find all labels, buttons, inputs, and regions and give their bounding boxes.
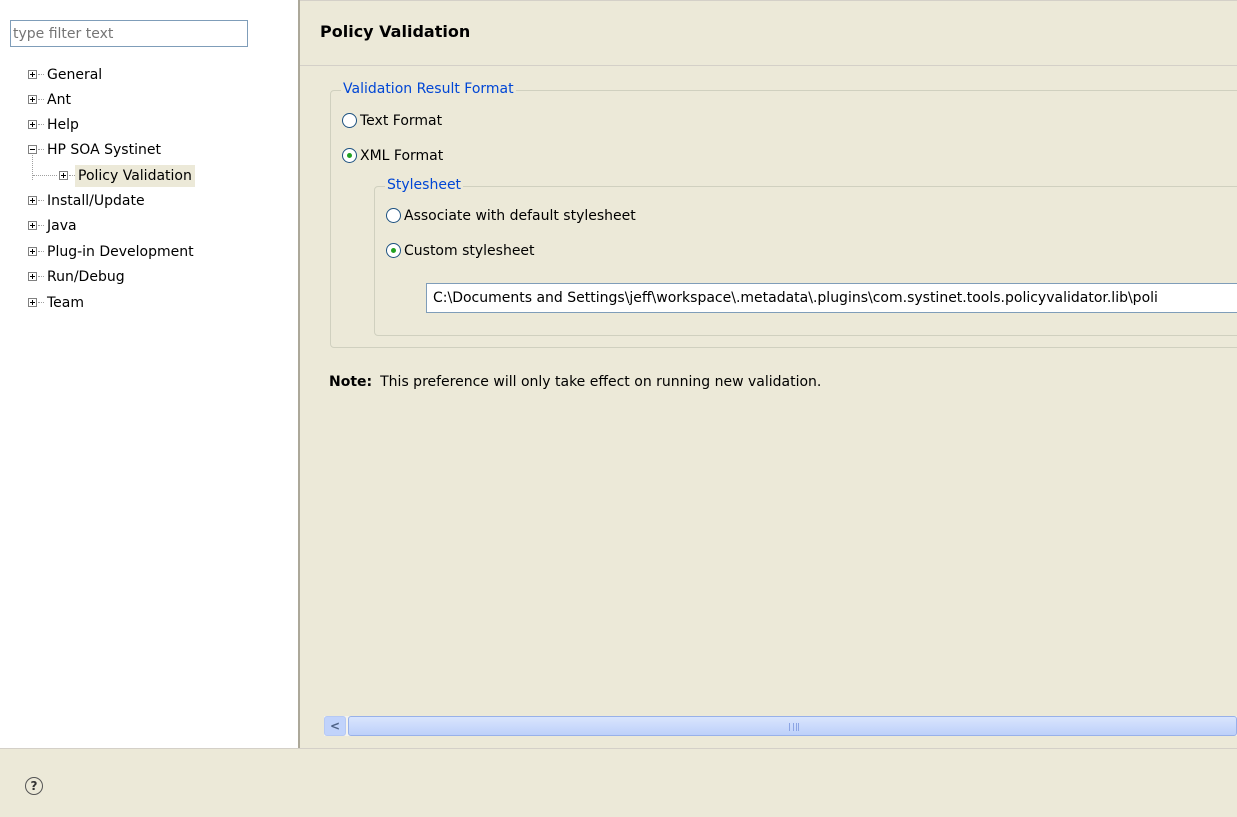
collapse-icon[interactable] bbox=[28, 145, 37, 154]
page-header: Policy Validation bbox=[300, 0, 1237, 66]
radio-unchecked-icon[interactable] bbox=[342, 113, 357, 128]
note-text: Note: This preference will only take effe… bbox=[329, 374, 821, 390]
radio-label: XML Format bbox=[360, 148, 444, 164]
tree-item-label: Team bbox=[47, 295, 85, 311]
group-legend: Validation Result Format bbox=[341, 81, 516, 97]
radio-label: Associate with default stylesheet bbox=[404, 208, 636, 224]
tree-item-label: Help bbox=[47, 117, 79, 133]
preference-page: Policy Validation Validation Result Form… bbox=[300, 0, 1237, 748]
expand-icon[interactable] bbox=[28, 70, 37, 79]
scroll-left-button[interactable]: < bbox=[324, 716, 346, 736]
filter-input[interactable] bbox=[10, 20, 248, 47]
tree-item-label: Plug-in Development bbox=[47, 244, 194, 260]
grip-icon bbox=[789, 723, 799, 731]
tree-item-label: Java bbox=[47, 218, 77, 234]
expand-icon[interactable] bbox=[28, 221, 37, 230]
horizontal-scrollbar[interactable]: < bbox=[324, 716, 1237, 736]
tree-item-label: HP SOA Systinet bbox=[47, 142, 161, 158]
radio-unchecked-icon[interactable] bbox=[386, 208, 401, 223]
tree-item-label: Policy Validation bbox=[75, 165, 195, 187]
expand-icon[interactable] bbox=[28, 95, 37, 104]
expand-icon[interactable] bbox=[28, 120, 37, 129]
expand-icon[interactable] bbox=[28, 298, 37, 307]
radio-label: Text Format bbox=[360, 113, 443, 129]
note-label: Note: bbox=[329, 374, 373, 390]
tree-item-label: General bbox=[47, 67, 103, 83]
help-icon[interactable]: ? bbox=[25, 777, 43, 795]
tree-item-label: Install/Update bbox=[47, 193, 145, 209]
note-message: This preference will only take effect on… bbox=[380, 374, 822, 390]
preference-tree-panel: General Ant Help HP SOA Systinet Policy … bbox=[0, 0, 298, 748]
radio-label: Custom stylesheet bbox=[404, 243, 535, 259]
radio-checked-icon[interactable] bbox=[386, 243, 401, 258]
group-legend: Stylesheet bbox=[385, 177, 464, 193]
page-title: Policy Validation bbox=[320, 22, 471, 41]
tree-item-label: Run/Debug bbox=[47, 269, 125, 285]
expand-icon[interactable] bbox=[28, 196, 37, 205]
header-divider bbox=[300, 65, 1237, 66]
dialog-footer: ? bbox=[0, 748, 1237, 817]
scrollbar-thumb[interactable] bbox=[348, 716, 1237, 736]
expand-icon[interactable] bbox=[28, 272, 37, 281]
expand-icon[interactable] bbox=[28, 247, 37, 256]
stylesheet-path-field[interactable]: C:\Documents and Settings\jeff\workspace… bbox=[426, 283, 1237, 313]
expand-icon[interactable] bbox=[59, 171, 68, 180]
radio-checked-icon[interactable] bbox=[342, 148, 357, 163]
tree-item-label: Ant bbox=[47, 92, 71, 108]
